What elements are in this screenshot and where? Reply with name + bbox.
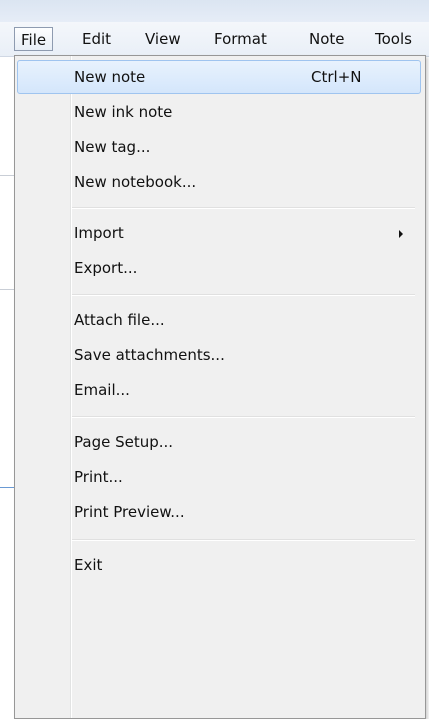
menu-item-label: Print... [74, 468, 123, 486]
menu-separator [72, 539, 415, 541]
menu-item-page-setup[interactable]: Page Setup... [17, 425, 421, 459]
menu-tools[interactable]: Tools [375, 27, 412, 51]
menu-item-new-ink-note[interactable]: New ink note [17, 95, 421, 129]
file-menu-dropdown: New note Ctrl+N New ink note New tag... … [14, 55, 426, 719]
menu-item-import[interactable]: Import [17, 216, 421, 250]
menu-item-label: New tag... [74, 138, 151, 156]
menu-edit[interactable]: Edit [82, 27, 111, 51]
menu-format[interactable]: Format [214, 27, 267, 51]
menu-item-label: New ink note [74, 103, 173, 121]
menu-item-label: New note [74, 68, 146, 86]
menu-item-label: Page Setup... [74, 433, 174, 451]
menu-item-label: Exit [74, 556, 103, 574]
menu-item-email[interactable]: Email... [17, 373, 421, 407]
menu-item-print-preview[interactable]: Print Preview... [17, 495, 421, 529]
menu-file[interactable]: File [14, 27, 54, 51]
menu-item-new-note[interactable]: New note Ctrl+N [17, 60, 421, 94]
menu-item-label: Attach file... [74, 311, 165, 329]
background-window-edge [0, 175, 14, 176]
triangle-right-icon [399, 230, 403, 238]
menu-item-label: New notebook... [74, 173, 197, 191]
menu-note[interactable]: Note [309, 27, 345, 51]
menu-item-save-attachments[interactable]: Save attachments... [17, 338, 421, 372]
menu-separator [72, 294, 415, 296]
background-window-edge [0, 487, 14, 488]
menu-bar: File Edit View Format Note Tools [0, 22, 429, 57]
menu-item-new-notebook[interactable]: New notebook... [17, 165, 421, 199]
menu-item-exit[interactable]: Exit [17, 548, 421, 582]
menu-item-print[interactable]: Print... [17, 460, 421, 494]
menu-item-attach-file[interactable]: Attach file... [17, 303, 421, 337]
background-window-edge [0, 289, 14, 290]
menu-item-label: Save attachments... [74, 346, 225, 364]
menu-item-export[interactable]: Export... [17, 251, 421, 285]
menu-item-label: Print Preview... [74, 503, 185, 521]
menu-item-label: Import [74, 224, 124, 242]
menu-separator [72, 416, 415, 418]
menu-item-new-tag[interactable]: New tag... [17, 130, 421, 164]
menu-item-shortcut: Ctrl+N [311, 68, 362, 86]
window-title-strip [0, 0, 429, 22]
menu-separator [72, 207, 415, 209]
menu-item-label: Export... [74, 259, 138, 277]
menu-item-label: Email... [74, 381, 130, 399]
menu-view[interactable]: View [145, 27, 181, 51]
